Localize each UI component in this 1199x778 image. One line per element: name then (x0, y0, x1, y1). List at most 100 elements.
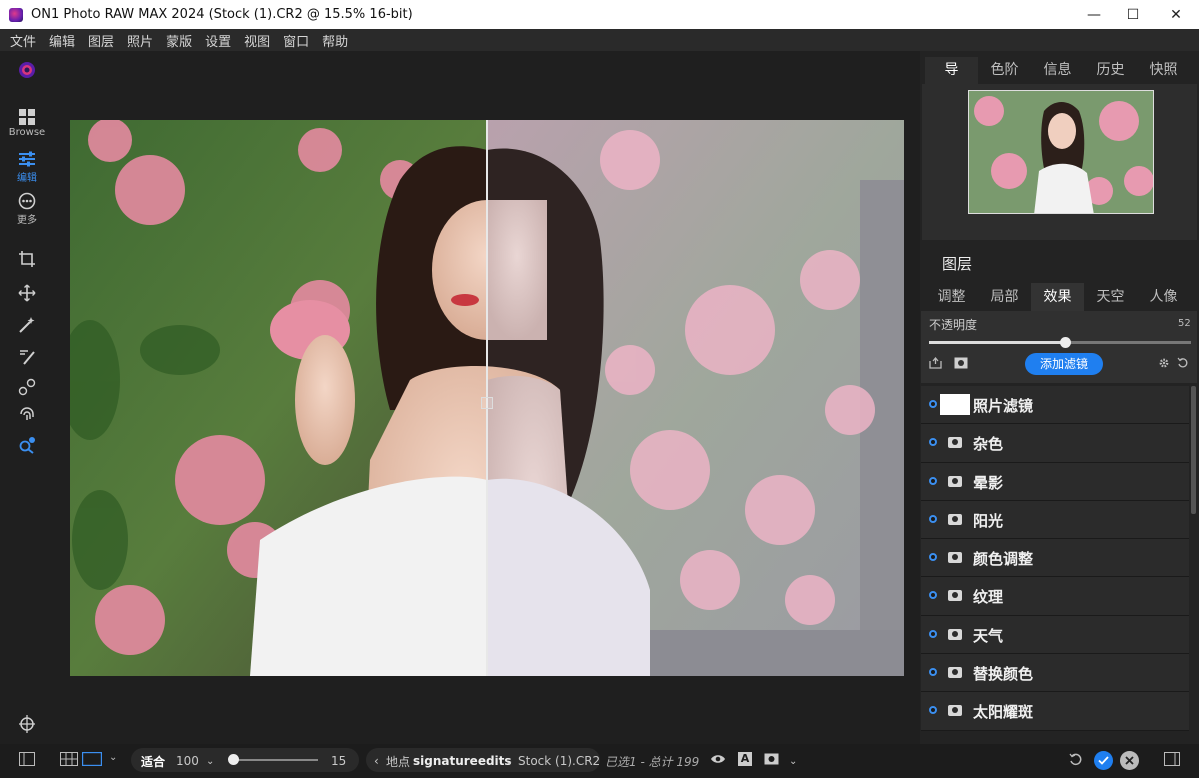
toggle-left-panel-icon[interactable] (19, 752, 35, 770)
menu-window[interactable]: 窗口 (283, 31, 309, 50)
add-filter-button[interactable]: 添加滤镜 (1025, 353, 1103, 375)
tab-history[interactable]: 历史 (1084, 57, 1137, 84)
menu-mask[interactable]: 蒙版 (166, 31, 192, 50)
tab-levels[interactable]: 色阶 (978, 57, 1031, 84)
selection-count: 已选1 - 总计 199 (605, 754, 700, 769)
menu-settings[interactable]: 设置 (205, 31, 231, 50)
mask-camera-icon[interactable] (948, 590, 962, 602)
mask-view-icon[interactable] (764, 753, 779, 769)
zoom-slider-thumb[interactable] (228, 754, 240, 765)
visibility-toggle-icon[interactable] (929, 706, 937, 715)
brush-icon (20, 350, 35, 365)
mask-camera-icon[interactable] (948, 705, 962, 717)
mask-icon[interactable] (954, 357, 968, 373)
subtab-develop[interactable]: 调整 (925, 283, 978, 311)
menu-view[interactable]: 视图 (244, 31, 270, 50)
maximize-button[interactable]: ☐ (1110, 0, 1156, 29)
filter-list: 照片滤镜 杂色 晕影 阳光 颜色调整 纹理 天气 替换颜色 太阳耀斑 (921, 386, 1189, 731)
back-chevron-icon[interactable]: ‹ (374, 744, 379, 778)
breadcrumb-folder[interactable]: signatureedits (413, 744, 512, 778)
magic-wand-tool-button[interactable] (0, 316, 54, 334)
subtab-local[interactable]: 局部 (978, 283, 1031, 311)
fingerprint-icon (20, 407, 34, 420)
single-view-icon[interactable] (81, 751, 103, 770)
save-preset-icon[interactable] (929, 356, 942, 373)
extras-tool-button[interactable] (0, 713, 54, 733)
color-swatch[interactable] (940, 394, 970, 415)
edit-module-button[interactable]: 编辑 (0, 150, 54, 184)
more-module-button[interactable]: 更多 (0, 192, 54, 226)
preview-eye-icon[interactable] (710, 753, 726, 769)
grid-icon (19, 109, 35, 125)
edit-label: 编辑 (17, 173, 37, 184)
mask-dropdown-icon[interactable]: ⌄ (789, 744, 797, 778)
tab-snapshots[interactable]: 快照 (1137, 57, 1190, 84)
apply-check-button[interactable] (1094, 751, 1113, 770)
folder-dropdown-icon[interactable]: ⌄ (505, 744, 513, 778)
grid-view-icon[interactable] (60, 752, 78, 770)
text-overlay-icon[interactable]: A (738, 752, 752, 766)
filter-item-color-adjust[interactable]: 颜色调整 (921, 539, 1189, 578)
visibility-toggle-icon[interactable] (929, 476, 937, 485)
filter-item-photo-filter[interactable]: 照片滤镜 (921, 386, 1189, 425)
subtab-sky[interactable]: 天空 (1084, 283, 1137, 311)
menu-layers[interactable]: 图层 (88, 31, 114, 50)
cancel-button[interactable] (1120, 751, 1139, 770)
visibility-toggle-icon[interactable] (929, 553, 937, 562)
menu-help[interactable]: 帮助 (322, 31, 348, 50)
mask-camera-icon[interactable] (948, 475, 962, 487)
filter-item-vignette[interactable]: 晕影 (921, 462, 1189, 501)
retouch-brush-tool-button[interactable] (0, 348, 54, 366)
view-mode-chevron-icon[interactable]: ⌄ (109, 752, 117, 763)
subtab-portrait[interactable]: 人像 (1137, 283, 1190, 311)
visibility-toggle-icon[interactable] (929, 514, 937, 523)
opacity-value: 52 (1178, 318, 1191, 329)
browse-module-button[interactable]: Browse (0, 108, 54, 138)
navigator-thumbnail[interactable] (968, 90, 1154, 214)
tab-info[interactable]: 信息 (1031, 57, 1084, 84)
crop-tool-button[interactable] (0, 250, 54, 268)
zoom-search-icon (19, 437, 35, 454)
mask-camera-icon[interactable] (948, 628, 962, 640)
move-tool-button[interactable] (0, 284, 54, 302)
toggle-right-panel-icon[interactable] (1164, 752, 1180, 770)
mask-camera-icon[interactable] (948, 437, 962, 449)
filter-list-scrollbar[interactable] (1191, 386, 1196, 514)
more-dots-icon (18, 192, 36, 210)
undo-icon[interactable] (1069, 752, 1083, 770)
filter-item-sunshine[interactable]: 阳光 (921, 500, 1189, 540)
visibility-toggle-icon[interactable] (929, 668, 937, 677)
filter-item-sun-flare[interactable]: 太阳耀斑 (921, 692, 1189, 731)
tab-navigator[interactable]: 导 (925, 57, 978, 84)
filter-item-noise[interactable]: 杂色 (921, 424, 1189, 463)
visibility-toggle-icon[interactable] (929, 438, 937, 447)
menu-file[interactable]: 文件 (10, 31, 36, 50)
reset-icon[interactable] (1177, 357, 1189, 373)
zoom-slider-track[interactable] (230, 759, 318, 761)
zoom-dropdown-icon[interactable]: ⌄ (206, 744, 214, 778)
subtab-effects[interactable]: 效果 (1031, 283, 1084, 311)
breadcrumb-location[interactable]: 地点 (386, 744, 410, 778)
zoom-tool-button[interactable] (0, 436, 54, 454)
menu-edit[interactable]: 编辑 (49, 31, 75, 50)
portrait-tool-button[interactable] (0, 405, 54, 423)
visibility-toggle-icon[interactable] (929, 591, 937, 600)
menu-photo[interactable]: 照片 (127, 31, 153, 50)
close-window-button[interactable]: ✕ (1153, 0, 1199, 29)
mask-camera-icon[interactable] (948, 667, 962, 679)
filter-item-replace-color[interactable]: 替换颜色 (921, 654, 1189, 693)
settings-gear-icon[interactable] (1158, 357, 1170, 373)
on1-logo-icon[interactable] (0, 60, 54, 80)
opacity-slider-thumb[interactable] (1059, 337, 1071, 348)
browse-label: Browse (8, 127, 46, 138)
visibility-toggle-icon[interactable] (929, 400, 937, 408)
filter-item-texture[interactable]: 纹理 (921, 577, 1189, 616)
fit-button[interactable]: 适合 (141, 744, 165, 778)
divider-handle[interactable] (481, 397, 493, 409)
zoom-value[interactable]: 100 (176, 744, 199, 778)
filter-item-weather[interactable]: 天气 (921, 615, 1189, 655)
mask-camera-icon[interactable] (948, 513, 962, 525)
visibility-toggle-icon[interactable] (929, 629, 937, 638)
mask-camera-icon[interactable] (948, 552, 962, 564)
perfect-eraser-tool-button[interactable] (0, 378, 54, 396)
